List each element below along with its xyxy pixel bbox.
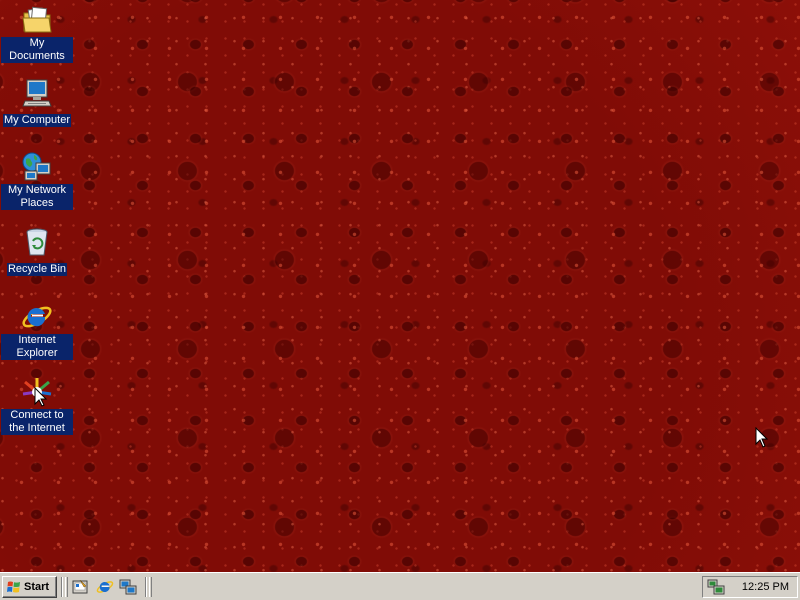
desktop-icon-label: My Network Places (1, 184, 73, 210)
start-button[interactable]: Start (2, 576, 57, 598)
mouse-cursor-icon (755, 427, 769, 448)
desktop-icon-my-computer[interactable]: My Computer (0, 77, 74, 128)
network-connection-icon[interactable] (707, 579, 725, 595)
system-tray: 12:25 PM (702, 576, 798, 598)
windows-logo-icon (7, 581, 20, 593)
taskbar-divider (145, 577, 147, 597)
show-desktop-icon[interactable] (72, 578, 90, 596)
taskbar-divider (61, 577, 63, 597)
desktop-icon-label: Recycle Bin (6, 263, 68, 276)
internet-explorer-icon[interactable] (96, 578, 114, 596)
computer-icon (22, 79, 52, 107)
folder-documents-icon (22, 6, 52, 33)
desktop-icon-my-documents[interactable]: My Documents (0, 4, 74, 64)
start-label: Start (24, 581, 50, 593)
quick-launch-grip[interactable] (65, 577, 68, 597)
network-places-icon (22, 152, 51, 181)
recycle-bin-icon (26, 228, 48, 256)
connect-internet-icon (22, 378, 52, 407)
desktop-icon-recycle-bin[interactable]: Recycle Bin (0, 226, 74, 277)
desktop-icon-internet-explorer[interactable]: Internet Explorer (0, 301, 74, 361)
task-area-grip[interactable] (149, 577, 152, 597)
desktop-icon-label: Internet Explorer (1, 334, 73, 360)
desktop-icon-label: My Computer (2, 114, 72, 127)
clock[interactable]: 12:25 PM (742, 581, 789, 593)
desktop-icon-label: My Documents (1, 37, 73, 63)
desktop[interactable]: My Documents My Computer My Network Plac… (0, 0, 800, 572)
network-icon[interactable] (119, 578, 137, 596)
desktop-icon-connect-to-the-internet[interactable]: Connect to the Internet (0, 376, 74, 436)
desktop-icon-label: Connect to the Internet (1, 409, 73, 435)
desktop-icon-my-network-places[interactable]: My Network Places (0, 151, 74, 211)
internet-explorer-icon (22, 306, 52, 328)
taskbar: Start 12:25 PM (0, 572, 800, 600)
